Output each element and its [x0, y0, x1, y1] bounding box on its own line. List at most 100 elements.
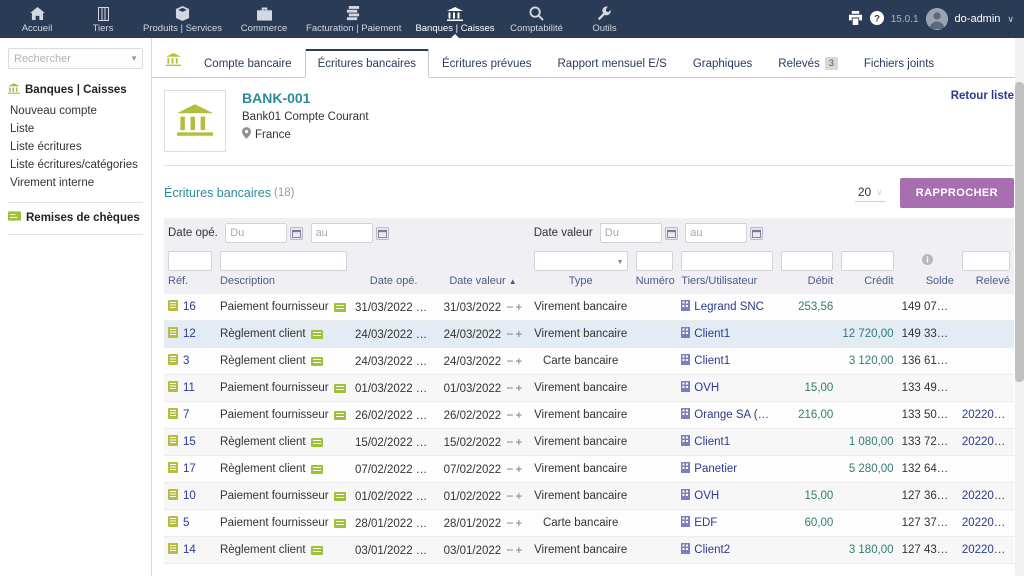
tab-ecritures-bancaires[interactable]: Écritures bancaires	[304, 49, 430, 78]
sidebar-item-virement-interne[interactable]: Virement interne	[8, 174, 143, 192]
page-size-select[interactable]: 20 ∨	[854, 184, 886, 202]
tiers-link[interactable]: Client1	[694, 436, 730, 448]
tab-graphiques[interactable]: Graphiques	[680, 49, 765, 78]
column-header-type[interactable]: Type	[529, 273, 632, 294]
topnav-item-facturation-paiement[interactable]: Facturation | Paiement	[299, 0, 408, 38]
ref-link[interactable]: 15	[183, 436, 196, 448]
date-increment-button[interactable]: +	[515, 354, 522, 368]
ref-link[interactable]: 12	[183, 328, 196, 340]
tiers-link[interactable]: Panetier	[694, 463, 737, 475]
date-increment-button[interactable]: +	[515, 543, 522, 557]
filter-releve-input[interactable]	[961, 251, 1010, 271]
user-name[interactable]: do-admin	[955, 13, 1001, 25]
tiers-link[interactable]: OVH	[694, 382, 719, 394]
tab-ecritures-prevues[interactable]: Écritures prévues	[429, 49, 544, 78]
date-valeur-from-input[interactable]	[599, 223, 662, 243]
tab-compte-bancaire[interactable]: Compte bancaire	[191, 49, 305, 78]
date-increment-button[interactable]: +	[427, 327, 434, 341]
ref-link[interactable]: 7	[183, 409, 189, 421]
table-row[interactable]: 11 Paiement fournisseur 01/03/2022 − + 01/03…	[164, 374, 1014, 402]
date-decrement-button[interactable]: −	[418, 327, 425, 341]
releve-link[interactable]: 20220301	[962, 409, 1013, 421]
chevron-down-icon[interactable]: ∨	[1007, 14, 1014, 25]
date-decrement-button[interactable]: −	[506, 462, 513, 476]
releve-link[interactable]: 20220301	[962, 517, 1013, 529]
table-row[interactable]: 17 Règlement client 07/02/2022 − + 07/02/202…	[164, 455, 1014, 483]
date-ope-from-input[interactable]	[225, 223, 288, 243]
vertical-scrollbar-thumb[interactable]	[1015, 82, 1024, 382]
ref-link[interactable]: 17	[183, 463, 196, 475]
table-row[interactable]: 14 Règlement client 03/01/2022 − + 03/01/202…	[164, 536, 1014, 564]
topnav-item-outils[interactable]: Outils	[571, 0, 637, 38]
ref-link[interactable]: 14	[183, 544, 196, 556]
sidebar-item-nouveau-compte[interactable]: Nouveau compte	[8, 102, 143, 120]
search-input[interactable]	[8, 48, 143, 69]
table-row[interactable]: 16 Paiement fournisseur 31/03/2022 − + 31/03…	[164, 294, 1014, 321]
date-increment-button[interactable]: +	[427, 408, 434, 422]
rapprocher-button[interactable]: RAPPROCHER	[899, 178, 1014, 208]
date-increment-button[interactable]: +	[515, 381, 522, 395]
table-row[interactable]: 10 Paiement fournisseur 01/02/2022 − + 01/02…	[164, 482, 1014, 510]
column-header-date-ope[interactable]: Date opé.	[351, 273, 437, 294]
date-increment-button[interactable]: +	[427, 300, 434, 314]
filter-credit-input[interactable]	[841, 251, 894, 271]
date-increment-button[interactable]: +	[427, 381, 434, 395]
chevron-down-icon[interactable]: ▼	[130, 54, 138, 63]
filter-type-select[interactable]	[533, 251, 628, 271]
date-valeur-to-input[interactable]	[685, 223, 748, 243]
tiers-link[interactable]: Orange SA (Oran…	[694, 409, 773, 421]
date-increment-button[interactable]: +	[515, 300, 522, 314]
calendar-icon[interactable]	[375, 226, 389, 240]
ref-link[interactable]: 5	[183, 517, 189, 529]
back-to-list-link[interactable]: Retour liste	[951, 90, 1014, 102]
date-decrement-button[interactable]: −	[506, 435, 513, 449]
info-icon[interactable]	[922, 254, 934, 268]
date-increment-button[interactable]: +	[515, 408, 522, 422]
date-decrement-button[interactable]: −	[418, 462, 425, 476]
ref-link[interactable]: 3	[183, 355, 189, 367]
date-decrement-button[interactable]: −	[418, 381, 425, 395]
filter-debit-input[interactable]	[781, 251, 834, 271]
releve-link[interactable]: 20220301	[962, 436, 1013, 448]
topnav-item-produits-services[interactable]: Produits | Services	[136, 0, 229, 38]
table-row[interactable]: 7 Paiement fournisseur 26/02/2022 − + 26/02/…	[164, 401, 1014, 429]
date-decrement-button[interactable]: −	[418, 354, 425, 368]
ref-link[interactable]: 11	[183, 382, 195, 394]
date-valeur-to[interactable]	[685, 223, 764, 243]
table-row[interactable]: 5 Paiement fournisseur 28/01/2022 − + 28/01/…	[164, 509, 1014, 537]
column-header-credit[interactable]: Crédit	[837, 273, 898, 294]
filter-numero-input[interactable]	[635, 251, 674, 271]
printer-icon[interactable]	[848, 10, 863, 28]
calendar-icon[interactable]	[750, 226, 764, 240]
sidebar-search[interactable]: ▼	[8, 48, 143, 69]
date-decrement-button[interactable]: −	[418, 435, 425, 449]
date-increment-button[interactable]: +	[515, 489, 522, 503]
topnav-item-banques-caisses[interactable]: Banques | Caisses	[408, 0, 501, 39]
table-row[interactable]: 15 Règlement client 15/02/2022 − + 15/02/202…	[164, 428, 1014, 456]
calendar-icon[interactable]	[664, 226, 678, 240]
tiers-link[interactable]: Client1	[694, 355, 730, 367]
filter-description-input[interactable]	[219, 251, 348, 271]
date-ope-to-input[interactable]	[310, 223, 373, 243]
tiers-link[interactable]: Client2	[694, 544, 730, 556]
tiers-link[interactable]: EDF	[694, 517, 717, 529]
topnav-item-commerce[interactable]: Commerce	[229, 0, 299, 38]
tiers-link[interactable]: Client1	[694, 328, 730, 340]
topnav-item-comptabilite[interactable]: Comptabilité	[501, 0, 571, 38]
tiers-link[interactable]: Legrand SNC	[694, 301, 764, 313]
column-header-debit[interactable]: Débit	[777, 273, 838, 294]
date-increment-button[interactable]: +	[515, 435, 522, 449]
tab-fichiers-joints[interactable]: Fichiers joints	[851, 49, 947, 78]
date-increment-button[interactable]: +	[427, 462, 434, 476]
date-decrement-button[interactable]: −	[418, 300, 425, 314]
date-decrement-button[interactable]: −	[506, 327, 513, 341]
avatar[interactable]	[925, 8, 948, 30]
date-increment-button[interactable]: +	[427, 435, 434, 449]
ref-link[interactable]: 16	[183, 301, 196, 313]
sidebar-item-liste[interactable]: Liste	[8, 120, 143, 138]
column-header-ref[interactable]: Réf.	[164, 273, 216, 294]
date-increment-button[interactable]: +	[427, 543, 434, 557]
date-decrement-button[interactable]: −	[506, 300, 513, 314]
date-increment-button[interactable]: +	[515, 327, 522, 341]
date-decrement-button[interactable]: −	[418, 543, 425, 557]
